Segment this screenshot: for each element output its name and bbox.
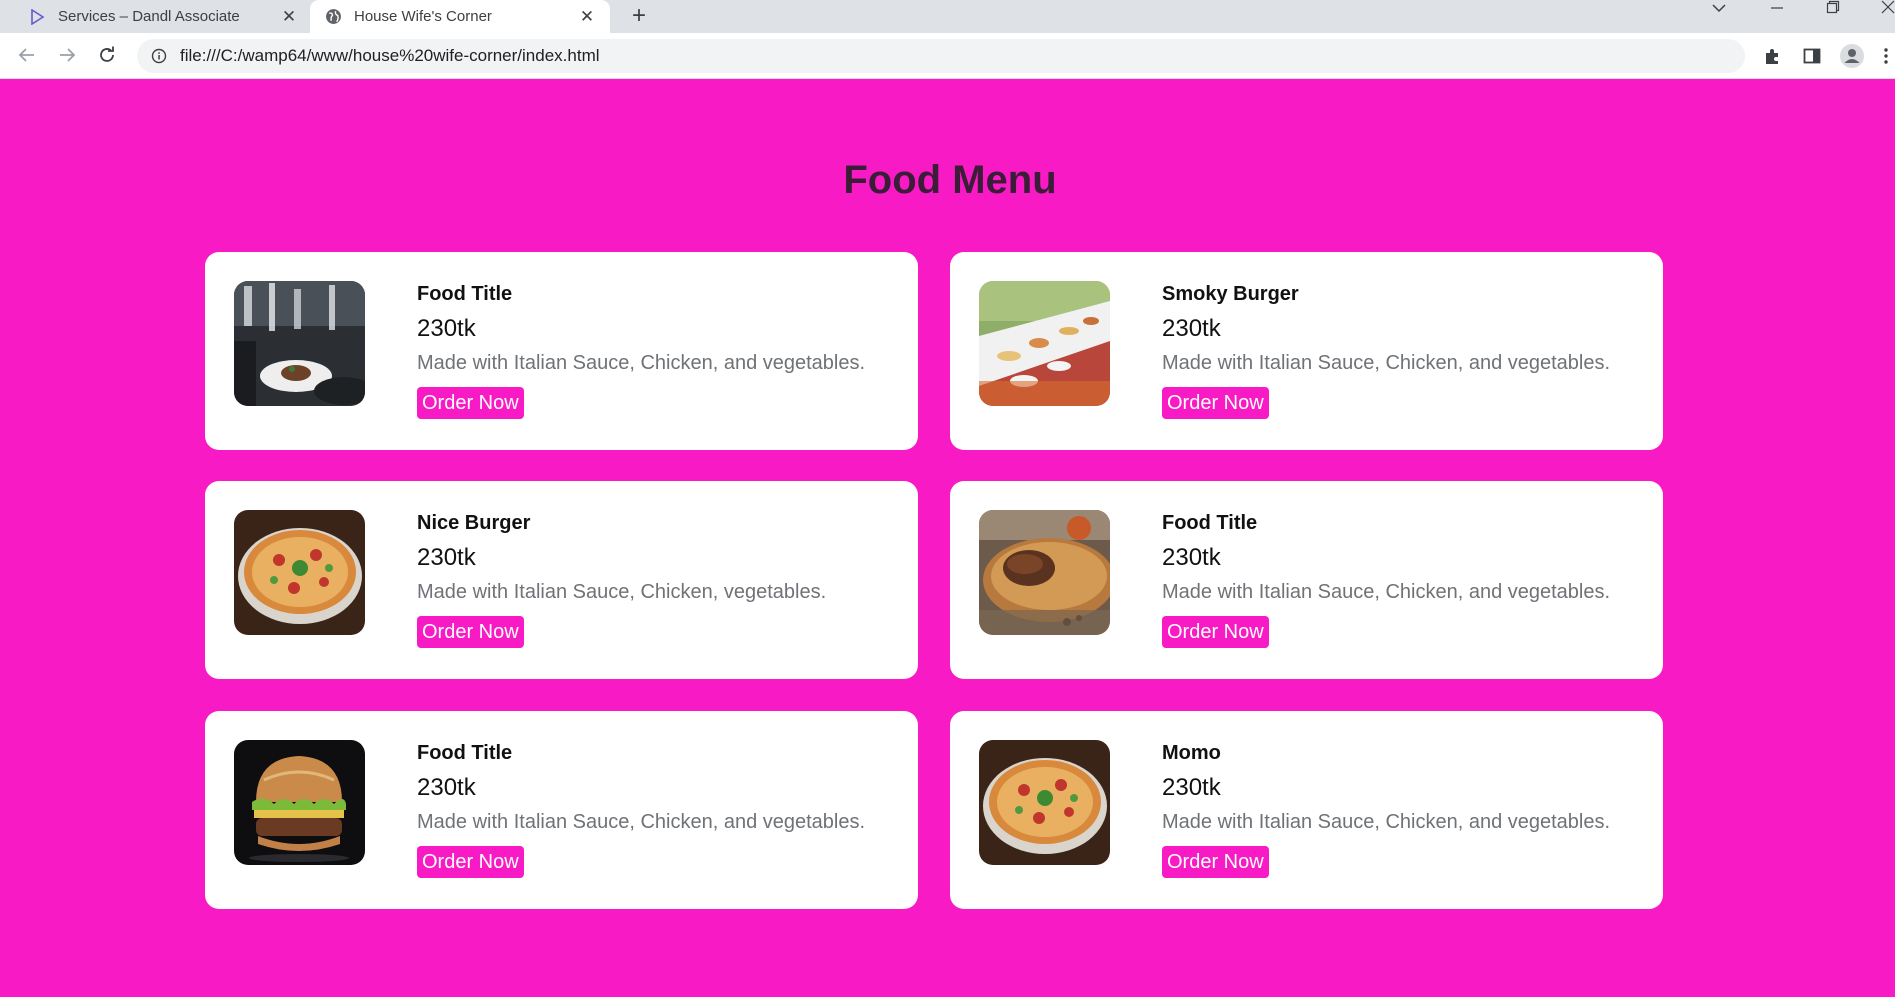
back-arrow-icon[interactable] [13, 41, 41, 69]
pizza-photo [979, 740, 1110, 865]
browser-tab-services[interactable]: Services – Dandl Associate ✕ [0, 0, 308, 33]
menu-card: Momo 230tk Made with Italian Sauce, Chic… [950, 711, 1663, 909]
biryani-photo [979, 510, 1110, 635]
food-title: Food Title [417, 283, 513, 305]
browser-tab-house-wife-corner[interactable]: House Wife's Corner ✕ [310, 0, 610, 33]
browser-toolbar: file:///C:/wamp64/www/house%20wife-corne… [0, 33, 1895, 79]
menu-item-info: Nice Burger 230tk Made with Italian Sauc… [417, 510, 887, 648]
extensions-puzzle-icon[interactable] [1759, 42, 1787, 70]
menu-item-info: Food Title 230tk Made with Italian Sauce… [1162, 510, 1632, 648]
menu-card: Nice Burger 230tk Made with Italian Sauc… [205, 481, 918, 679]
food-description: Made with Italian Sauce, Chicken, and ve… [417, 352, 866, 374]
food-description: Made with Italian Sauce, Chicken, and ve… [417, 811, 866, 833]
pizza-photo [234, 510, 365, 635]
more-menu-icon[interactable] [1876, 42, 1895, 70]
new-tab-button[interactable]: + [626, 3, 652, 29]
tab-title: House Wife's Corner [354, 8, 492, 25]
food-title: Smoky Burger [1162, 283, 1299, 305]
menu-item-info: Smoky Burger 230tk Made with Italian Sau… [1162, 281, 1632, 419]
burger-photo [234, 740, 365, 865]
menu-card: Food Title 230tk Made with Italian Sauce… [205, 252, 918, 450]
close-window-icon[interactable] [1873, 0, 1895, 20]
order-now-button[interactable]: Order Now [417, 387, 524, 419]
close-tab-icon[interactable]: ✕ [578, 8, 596, 26]
menu-item-info: Food Title 230tk Made with Italian Sauce… [417, 740, 887, 878]
order-now-button[interactable]: Order Now [1162, 616, 1269, 648]
order-now-button[interactable]: Order Now [1162, 846, 1269, 878]
tab-title: Services – Dandl Associate [58, 8, 240, 25]
menu-item-info: Food Title 230tk Made with Italian Sauce… [417, 281, 887, 419]
menu-card: Food Title 230tk Made with Italian Sauce… [205, 711, 918, 909]
order-now-button[interactable]: Order Now [417, 616, 524, 648]
menu-item-info: Momo 230tk Made with Italian Sauce, Chic… [1162, 740, 1632, 878]
food-title: Nice Burger [417, 512, 531, 534]
food-price: 230tk [417, 315, 476, 342]
triangle-logo-icon [28, 8, 46, 26]
restaurant-dining-photo [234, 281, 365, 406]
side-panel-icon[interactable] [1798, 42, 1826, 70]
order-now-button[interactable]: Order Now [417, 846, 524, 878]
food-description: Made with Italian Sauce, Chicken, and ve… [1162, 811, 1611, 833]
banquet-table-photo [979, 281, 1110, 406]
url-text: file:///C:/wamp64/www/house%20wife-corne… [180, 46, 600, 65]
minimize-icon[interactable] [1762, 0, 1792, 20]
reload-icon[interactable] [93, 41, 121, 69]
food-description: Made with Italian Sauce, Chicken, and ve… [1162, 352, 1611, 374]
info-icon[interactable] [150, 47, 168, 65]
tab-search-chevron-icon[interactable] [1704, 0, 1734, 20]
close-tab-icon[interactable]: ✕ [280, 8, 298, 26]
address-bar[interactable]: file:///C:/wamp64/www/house%20wife-corne… [137, 39, 1745, 73]
food-title: Momo [1162, 742, 1221, 764]
food-title: Food Title [417, 742, 513, 764]
food-description: Made with Italian Sauce, Chicken, and ve… [1162, 581, 1611, 603]
browser-tab-strip: Services – Dandl Associate ✕ House Wife'… [0, 0, 1895, 33]
order-now-button[interactable]: Order Now [1162, 387, 1269, 419]
page-title: Food Menu [843, 158, 1057, 202]
food-price: 230tk [1162, 774, 1221, 801]
menu-card: Food Title 230tk Made with Italian Sauce… [950, 481, 1663, 679]
food-price: 230tk [417, 774, 476, 801]
food-price: 230tk [1162, 315, 1221, 342]
globe-icon [324, 8, 342, 26]
food-title: Food Title [1162, 512, 1258, 534]
menu-card: Smoky Burger 230tk Made with Italian Sau… [950, 252, 1663, 450]
food-price: 230tk [417, 544, 476, 571]
forward-arrow-icon[interactable] [53, 41, 81, 69]
restore-icon[interactable] [1818, 0, 1848, 20]
food-price: 230tk [1162, 544, 1221, 571]
food-description: Made with Italian Sauce, Chicken, vegeta… [417, 581, 827, 603]
profile-avatar-icon[interactable] [1838, 42, 1866, 70]
